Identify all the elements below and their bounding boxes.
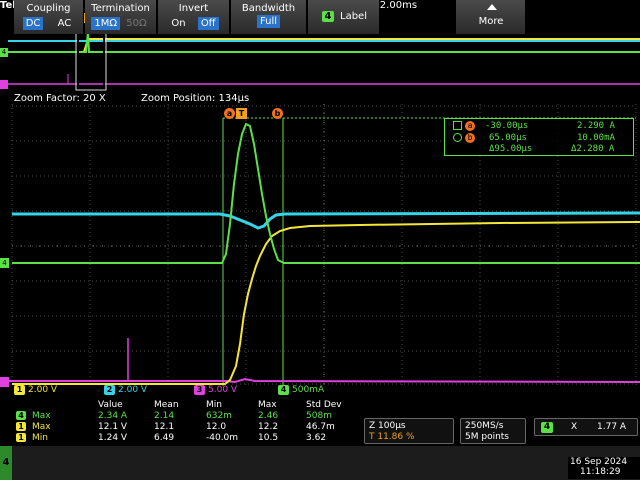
cursor-delta-time: Δ95.00µs <box>489 144 533 154</box>
meas-row2-max: 12.2 <box>258 422 279 432</box>
cursor-b-marker[interactable]: b <box>272 108 283 119</box>
trace-ch3 <box>0 377 640 384</box>
ch2-badge: 2 <box>104 385 115 395</box>
meas-row2-source: 1 <box>16 422 26 431</box>
channel-menu <box>0 446 640 480</box>
trigger-readout[interactable]: 4 X 1.77 A <box>534 418 638 436</box>
zoom-time: Z 100µs <box>369 421 406 431</box>
menu-channel-chip: 4 <box>0 446 12 480</box>
ch3-badge: 3 <box>194 385 205 395</box>
meas-row3-max: 10.5 <box>258 433 279 443</box>
label-channel-badge: 4 <box>322 11 334 22</box>
ch1-badge: 1 <box>14 385 25 395</box>
cursor-b-value: 10.00mA <box>577 133 615 143</box>
cursor-a-icon <box>453 121 462 130</box>
main-trigger-marker[interactable]: T <box>236 108 247 119</box>
cursor-delta-value: Δ2.280 A <box>571 144 615 154</box>
ch2-scale[interactable]: 2 2.00 V <box>104 385 184 395</box>
time-label: 11:18:29 <box>580 467 621 477</box>
meas-row2-mean: 12.1 <box>154 422 175 432</box>
trigger-slope-icon: X <box>571 422 578 432</box>
ch1-scale[interactable]: 1 2.00 V <box>14 385 94 395</box>
measurement-table[interactable]: Value Mean Min Max Std Dev 4 Max 2.34 A … <box>8 397 358 443</box>
meas-row1-value: 2.34 A <box>98 411 128 421</box>
bandwidth-title: Bandwidth <box>241 3 296 14</box>
cursor-a-time: -30.00µs <box>485 121 529 131</box>
more-arrow-icon <box>487 4 497 10</box>
trigger-position: T 11.86 % <box>369 432 415 442</box>
cursor-a-value: 2.290 A <box>577 121 615 131</box>
invert-button[interactable]: Invert On Off <box>158 0 230 34</box>
meas-row3-value: 1.24 V <box>98 433 128 443</box>
cursor-b-time: 65.00µs <box>489 133 527 143</box>
meas-row1-source: 4 <box>16 411 26 420</box>
trigger-source-badge: 4 <box>541 422 553 433</box>
termination-50ohm-option[interactable]: 50Ω <box>123 17 149 30</box>
ch4-ground-marker[interactable]: 4 <box>0 258 9 268</box>
meas-row2-stddev: 46.7m <box>306 422 335 432</box>
meas-header-min: Min <box>206 400 222 410</box>
ch4-scale[interactable]: 4 500mA <box>278 385 358 395</box>
meas-row3-name: Min <box>32 433 48 443</box>
ch3-scale[interactable]: 3 5.00 V <box>194 385 274 395</box>
horizontal-readout[interactable]: Z 100µs T 11.86 % <box>364 418 454 444</box>
meas-row2-min: 12.0 <box>206 422 227 432</box>
coupling-dc-option[interactable]: DC <box>22 17 44 30</box>
meas-row1-mean: 2.14 <box>154 411 175 421</box>
meas-row2-name: Max <box>32 422 51 432</box>
bandwidth-button[interactable]: Bandwidth Full <box>231 0 307 34</box>
meas-row1-name: Max <box>32 411 51 421</box>
meas-row3-mean: 6.49 <box>154 433 175 443</box>
meas-row1-min: 632m <box>206 411 232 421</box>
termination-1mohm-option[interactable]: 1MΩ <box>91 17 121 30</box>
date-time: 16 Sep 2024 11:18:29 <box>568 457 640 479</box>
trigger-level: 1.77 A <box>597 422 627 432</box>
label-button[interactable]: 4 Label <box>308 0 380 34</box>
cursor-a-marker[interactable]: a <box>224 108 235 119</box>
bandwidth-value: Full <box>256 15 281 28</box>
cursor-a-badge: a <box>465 121 475 131</box>
meas-header-mean: Mean <box>154 400 179 410</box>
overview-ch4-marker[interactable]: 4 <box>0 48 8 57</box>
meas-row3-min: -40.0m <box>206 433 239 443</box>
channel-scale-bar[interactable]: 1 2.00 V 2 2.00 V 3 5.00 V 4 500mA <box>8 384 640 396</box>
ch3-scale-label: 5.00 V <box>208 385 238 395</box>
trace-ch1 <box>12 221 640 385</box>
cursor-readout-panel[interactable]: a -30.00µs 2.290 A b 65.00µs 10.00mA Δ95… <box>444 118 634 156</box>
meas-row1-stddev: 508m <box>306 411 332 421</box>
overview-ch3-marker[interactable] <box>0 80 8 89</box>
acquisition-readout[interactable]: 250MS/s 5M points <box>460 418 526 444</box>
cursor-b-icon <box>453 133 462 142</box>
meas-row2-value: 12.1 V <box>98 422 128 432</box>
invert-on-option[interactable]: On <box>168 17 188 30</box>
meas-header-stddev: Std Dev <box>306 400 342 410</box>
sample-rate: 250MS/s <box>465 421 504 431</box>
meas-header-value: Value <box>98 400 123 410</box>
label-title: Label <box>340 11 367 22</box>
ch1-scale-label: 2.00 V <box>28 385 58 395</box>
meas-row1-max: 2.46 <box>258 411 279 421</box>
ch4-scale-label: 500mA <box>292 385 325 395</box>
meas-row3-source: 1 <box>16 433 26 442</box>
termination-title: Termination <box>91 3 150 14</box>
ch4-badge: 4 <box>278 385 289 395</box>
termination-button[interactable]: Termination 1MΩ 50Ω <box>85 0 157 34</box>
more-button[interactable]: More <box>456 0 526 34</box>
meas-header-max: Max <box>258 400 277 410</box>
coupling-button[interactable]: Coupling DC AC <box>14 0 84 34</box>
cursor-b-badge: b <box>465 133 475 143</box>
meas-row3-stddev: 3.62 <box>306 433 327 443</box>
ch2-scale-label: 2.00 V <box>118 385 148 395</box>
date-label: 16 Sep 2024 <box>570 457 628 467</box>
invert-title: Invert <box>178 3 209 14</box>
more-title: More <box>478 16 504 27</box>
record-length: 5M points <box>465 432 509 442</box>
coupling-ac-option[interactable]: AC <box>55 17 75 30</box>
coupling-title: Coupling <box>26 3 71 14</box>
invert-off-option[interactable]: Off <box>197 17 219 30</box>
